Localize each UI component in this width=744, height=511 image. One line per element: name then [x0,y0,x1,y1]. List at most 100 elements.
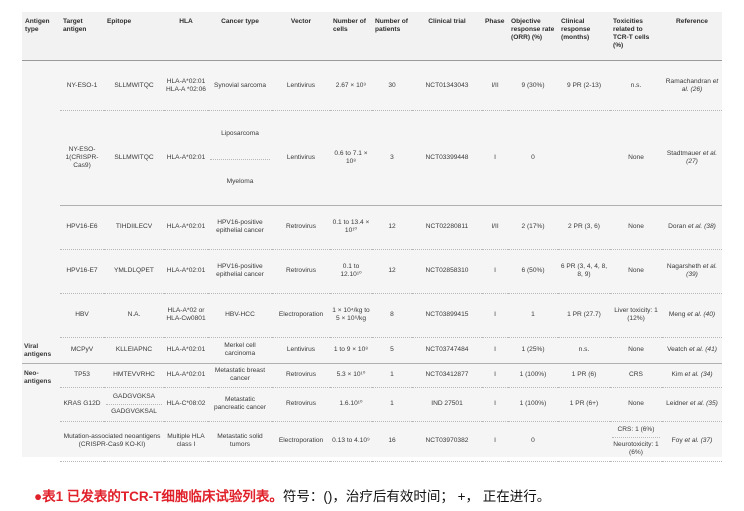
cell-cells: 5.3 × 10¹⁰ [330,363,372,388]
column-header: HLA [164,12,208,61]
cell-target: TP53 [60,363,104,388]
cell-tox: None [610,249,662,294]
cell-cells: 0.13 to 4.10⁹ [330,421,372,462]
cell-reference: Foy et al. (37) [662,421,722,462]
cell-patients: 16 [372,421,412,462]
cell-vector: Lentivirus [272,110,330,206]
table-row: Mutation-associated neoantigens (CRISPR-… [22,421,722,462]
cell-hla: HLA-A*02:01 [164,110,208,206]
trials-table-image: Antigen type Target antigen Epitope HLA … [22,12,722,462]
tox-b: Neurotoxicity: 1 (6%) [612,436,660,457]
cell-target: NY-ESO-1 [60,60,104,111]
column-header: Reference [662,12,722,61]
caption-rest: 符号：()，治疗后有效时间； +， 正在进行。 [282,489,551,504]
cell-orr: 6 (50%) [508,249,558,294]
cell-cells: 1 × 10⁴/kg to 5 × 10⁶/kg [330,293,372,338]
cell-phase: I [482,421,508,462]
cell-vector: Retrovirus [272,363,330,388]
cell-tox: None [610,337,662,364]
column-header: Phase [482,12,508,61]
cell-hla: HLA-C*08:02 [164,387,208,422]
clinical-trials-table: Antigen type Target antigen Epitope HLA … [22,12,722,462]
cell-orr: 9 (30%) [508,60,558,111]
group-label-neo: Neo-antigens [24,369,52,385]
cell-trial: IND 27501 [412,387,482,422]
cell-hla: HLA-A*02:01 [164,249,208,294]
cell-vector: Retrovirus [272,387,330,422]
cell-cancer: HBV-HCC [208,293,272,338]
ref-cite: et al. (40) [687,311,716,319]
cell-response: 2 PR (3, 6) [558,205,610,250]
cell-phase: I [482,293,508,338]
cell-cancer: Metastatic breast cancer [208,363,272,388]
cell-hla: Multiple HLA class I [164,421,208,462]
cell-epitope: YMLDLQPET [104,249,164,294]
ref-name: Kim [671,371,683,379]
cell-tox: CRS [610,363,662,388]
cell-patients: 8 [372,293,412,338]
table-caption: ●表1 已发表的TCR-T细胞临床试验列表。符号：()，治疗后有效时间； +， … [34,485,550,505]
cell-cancer: Metastatic solid tumors [208,421,272,462]
cell-patients: 12 [372,249,412,294]
cell-cancer: Merkel cell carcinoma [208,337,272,364]
cell-response: 1 PR (6) [558,363,610,388]
cell-hla: HLA-A*02 or HLA-Cw0801 [164,293,208,338]
column-header: Objective response rate (ORR) (%) [508,12,558,61]
cell-orr: 0 [508,421,558,462]
cell-hla: HLA-A*02:01 [164,363,208,388]
cell-cells: 1 to 9 × 10⁸ [330,337,372,364]
epitope-a: GADGVGKSA [112,392,156,400]
cell-target: KRAS G12D [60,387,104,422]
caption-bullet: ● [34,489,43,504]
cell-vector: Retrovirus [272,249,330,294]
cell-phase: I [482,363,508,388]
cell-cancer: HPV16-positive epithelial cancer [208,205,272,250]
cell-trial: NCT02858310 [412,249,482,294]
ref-cite: et al. (38) [687,223,716,231]
cell-reference: Meng et al. (40) [662,293,722,338]
cell-response [558,421,610,462]
cell-phase: I/II [482,205,508,250]
cell-cancer: Liposarcoma Myeloma [208,110,272,206]
epitope-b: GADGVGKSAL [106,403,162,416]
cell-trial: NCT03970382 [412,421,482,462]
cell-target: HPV16-E6 [60,205,104,250]
column-header: Vector [272,12,330,61]
ref-name: Meng [668,311,686,319]
caption-lead: 表1 已发表的TCR-T细胞临床试验列表。 [42,489,283,504]
column-header: Target antigen [60,12,104,61]
cell-epitope: HMTEVVRHC [104,363,164,388]
cell-tox: None [610,205,662,250]
cell-response: 1 PR (6+) [558,387,610,422]
cell-vector: Electroporation [272,421,330,462]
ref-cite: et al. (41) [689,346,717,354]
cell-reference: Nagarsheth et al. (39) [662,249,722,294]
cell-cancer: Metastatic pancreatic cancer [208,387,272,422]
column-header: Clinical trial [412,12,482,61]
cell-orr: 0 [508,110,558,206]
cell-target: HPV16-E7 [60,249,104,294]
cell-cancer: Synovial sarcoma [208,60,272,111]
cell-cells: 1.6.10¹⁰ [330,387,372,422]
cell-tox: None [610,387,662,422]
cell-orr: 1 [508,293,558,338]
page: Antigen type Target antigen Epitope HLA … [0,0,744,511]
cell-phase: I [482,337,508,364]
cell-reference: Stadtmauer et al. (27) [662,110,722,206]
cell-vector: Lentivirus [272,60,330,111]
cell-response: n.s. [558,337,610,364]
cell-patients: 12 [372,205,412,250]
column-header: Number of patients [372,12,412,61]
tox-a: CRS: 1 (6%) [617,425,655,433]
cell-vector: Electroporation [272,293,330,338]
cell-orr: 1 (100%) [508,363,558,388]
cell-epitope: SLLMWITQC [104,60,164,111]
cell-response: 1 PR (27.7) [558,293,610,338]
ref-name: Leidner [666,400,689,408]
table-row: HBV N.A. HLA-A*02 or HLA-Cw0801 HBV-HCC … [22,293,722,338]
cell-cells: 0.6 to 7.1 × 10⁸ [330,110,372,206]
cell-response: 9 PR (2-13) [558,60,610,111]
cell-tox: CRS: 1 (6%) Neurotoxicity: 1 (6%) [610,421,662,462]
ref-cite: et al. (37) [684,437,713,445]
cell-reference: Ramachandran et al. (26) [662,60,722,111]
